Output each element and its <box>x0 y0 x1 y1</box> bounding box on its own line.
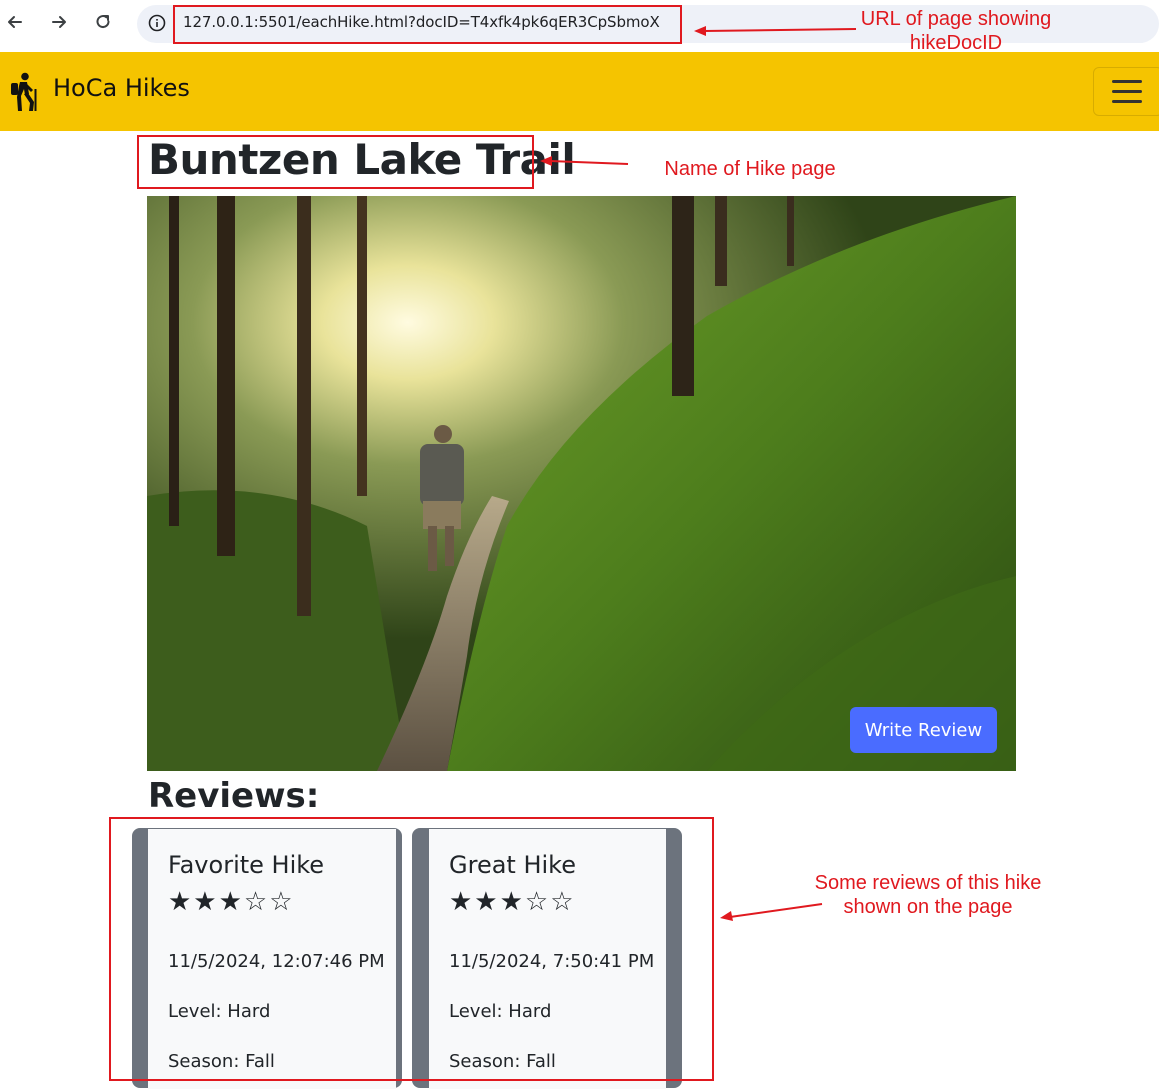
forward-arrow-icon[interactable] <box>45 8 73 36</box>
title-annotation: Name of Hike page <box>664 158 836 180</box>
navbar-toggler-button[interactable] <box>1093 67 1159 116</box>
url-annotation: URL of page showing hikeDocID <box>860 8 1052 54</box>
url-highlight-box <box>173 5 682 44</box>
reviews-annotation: Some reviews of this hike shown on the p… <box>814 872 1042 918</box>
write-review-button[interactable]: Write Review <box>850 707 997 753</box>
menu-icon-bar <box>1112 90 1142 93</box>
url-annotation-arrow <box>694 26 857 36</box>
site-info-icon[interactable] <box>148 14 166 32</box>
title-highlight-box <box>137 135 534 189</box>
menu-icon-bar <box>1112 100 1142 103</box>
menu-icon <box>1112 80 1142 83</box>
title-annotation-arrow <box>540 156 629 166</box>
hiker-icon <box>8 72 40 112</box>
hike-photo <box>147 196 1016 771</box>
reviews-heading: Reviews: <box>148 776 320 816</box>
brand-name[interactable]: HoCa Hikes <box>53 74 190 102</box>
reload-icon[interactable] <box>89 8 117 36</box>
back-arrow-icon[interactable] <box>1 8 29 36</box>
reviews-highlight-box <box>109 817 714 1081</box>
